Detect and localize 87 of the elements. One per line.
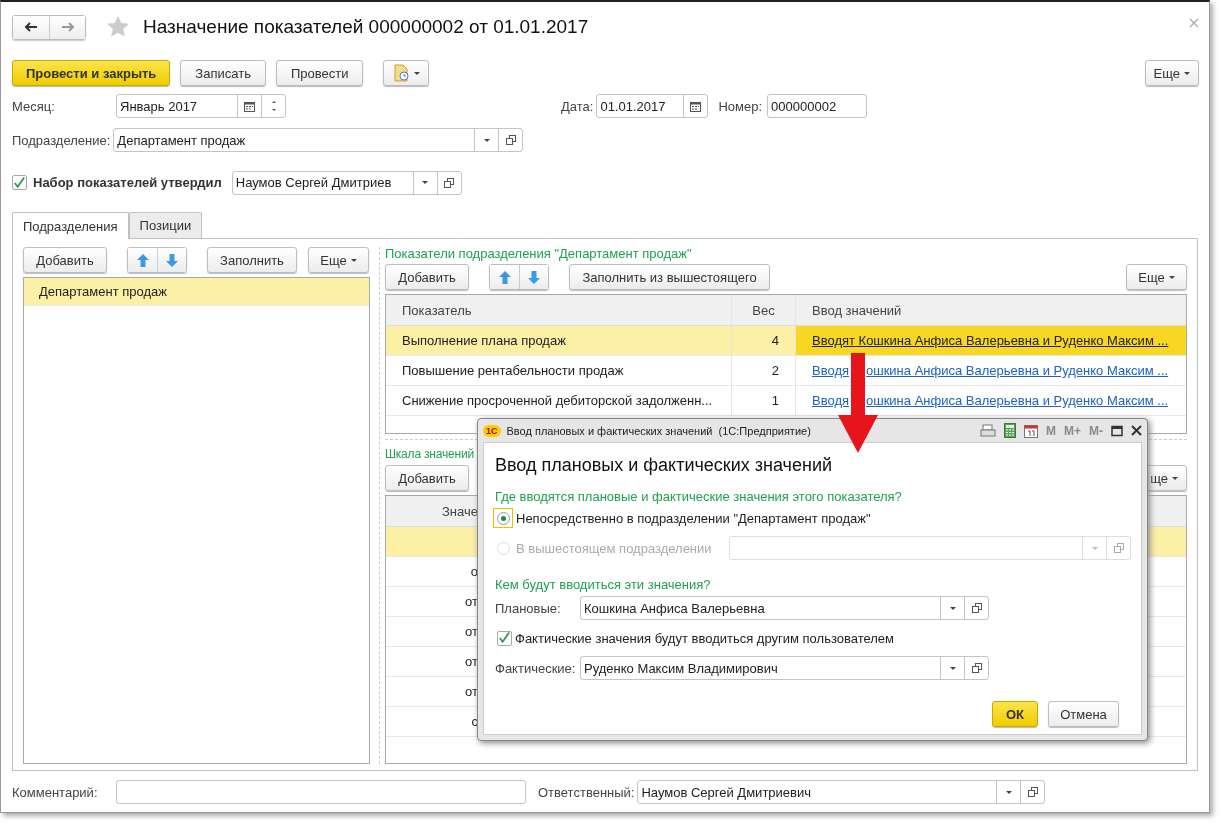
approver-field[interactable]: Наумов Сергей Дмитриев <box>231 170 462 195</box>
star-icon[interactable] <box>106 15 130 39</box>
field-label: Плановые: <box>495 600 562 616</box>
column-header: Ввод значений <box>811 301 903 320</box>
back-button[interactable] <box>13 15 49 39</box>
arrow-left-icon <box>24 22 38 32</box>
month-field[interactable]: Январь 2017 <box>116 94 286 118</box>
table-cell: 1 <box>732 386 796 415</box>
move-down-button[interactable] <box>519 265 548 289</box>
field-label: Месяц: <box>12 98 56 114</box>
column-header: Значе <box>441 502 479 521</box>
entry-link[interactable]: ошкина Анфиса Валерьевна и Руденко Максим ... <box>866 393 1169 408</box>
list-item[interactable]: Департамент продаж <box>24 278 369 306</box>
field-label: Комментарий: <box>12 784 99 800</box>
cancel-button[interactable]: Отмена <box>1048 701 1119 727</box>
move-up-button[interactable] <box>128 248 157 272</box>
table-cell-text: от <box>464 593 479 611</box>
add-button[interactable]: Добавить <box>385 465 469 491</box>
fill-button[interactable]: Заполнить <box>207 247 297 273</box>
department-field[interactable]: Департамент продаж <box>113 128 524 152</box>
report-menu-button[interactable] <box>383 60 430 86</box>
table-cell-text: от <box>464 653 479 671</box>
document-clock-icon <box>392 64 411 82</box>
date-field[interactable]: 01.01.2017 <box>596 94 709 118</box>
arrow-up-icon <box>498 270 511 284</box>
checkbox-label: Фактические значения будут вводиться другим пользователем <box>515 630 895 646</box>
print-icon[interactable] <box>980 423 996 438</box>
entry-link[interactable]: Вводя <box>812 363 849 378</box>
radio-label: В вышестоящем подразделении <box>516 540 712 556</box>
dialog-heading: Ввод плановых и фактических значений <box>495 455 834 477</box>
table-cell-text: с <box>470 713 479 731</box>
move-up-button[interactable] <box>490 265 519 289</box>
calculator-icon[interactable] <box>1004 423 1016 438</box>
add-button[interactable]: Добавить <box>23 247 107 273</box>
table-cell: Выполнение плана продаж <box>386 326 732 355</box>
tab[interactable]: Подразделения <box>12 212 129 239</box>
add-button[interactable]: Добавить <box>385 264 469 290</box>
responsible-field[interactable]: Наумов Сергей Дмитриевич <box>637 780 1046 804</box>
dialog-title: Ввод плановых и фактических значений (1С:Предприятие) <box>506 424 811 437</box>
window-title: Назначение показателей 000000002 от 01.01.2017 <box>143 16 589 38</box>
table-cell-text: от <box>464 623 479 641</box>
column-header: Вес <box>732 295 796 325</box>
calendar-icon[interactable] <box>1024 423 1038 438</box>
table-cell-text: от <box>464 683 479 701</box>
table-cell: Повышение рентабельности продаж <box>386 356 732 385</box>
section-title: Показатели подразделения "Департамент продаж" <box>385 246 692 263</box>
fill-from-parent-button[interactable]: Заполнить из вышестоящего <box>569 264 770 290</box>
tab[interactable]: Позиции <box>128 212 203 238</box>
field-label: Фактические: <box>495 660 577 676</box>
more-button[interactable]: Еще <box>1126 264 1187 290</box>
radio-button[interactable] <box>493 508 513 528</box>
question-text: Где вводятся плановые и фактические значения этого показателя? <box>495 489 903 504</box>
actual-user-field[interactable]: Руденко Максим Владимирович <box>580 656 989 680</box>
app-logo: 1С <box>483 424 501 437</box>
toolbar-button[interactable]: Записать <box>180 60 266 86</box>
arrow-down-icon <box>528 270 540 284</box>
checkbox-label: Набор показателей утвердил <box>33 175 222 190</box>
column-header: Показатель <box>386 295 732 325</box>
ok-button[interactable]: ОК <box>992 701 1038 727</box>
table-cell-text: о <box>469 563 479 581</box>
arrow-down-icon <box>166 253 178 267</box>
arrow-right-icon <box>60 22 75 32</box>
field-label: Ответственный: <box>538 784 635 800</box>
checkbox[interactable] <box>497 630 512 646</box>
toolbar-button[interactable]: Провести <box>275 60 364 86</box>
more-button[interactable]: Еще <box>308 247 369 273</box>
checkbox[interactable] <box>12 175 27 190</box>
question-text: Кем будут вводиться эти значения? <box>495 577 712 592</box>
planned-user-field[interactable]: Кошкина Анфиса Валерьевна <box>580 596 989 620</box>
post-and-close-button[interactable]: Провести и закрыть <box>12 60 171 86</box>
field-label: Номер: <box>718 98 763 114</box>
comment-field[interactable] <box>116 780 526 804</box>
move-down-button[interactable] <box>157 248 186 272</box>
entry-link[interactable]: Вводя <box>812 393 849 408</box>
number-field[interactable]: 000000002 <box>767 94 868 118</box>
more-button[interactable]: Еще <box>1144 60 1199 86</box>
radio-label: Непосредственно в подразделении "Департамент продаж" <box>516 510 871 526</box>
close-icon[interactable] <box>1131 425 1142 436</box>
table-cell: 2 <box>732 356 796 385</box>
field-label: Подразделение: <box>12 132 111 148</box>
arrow-up-icon <box>136 253 149 267</box>
field-label: Дата: <box>561 98 594 114</box>
section-title: Шкала значений <box>385 447 474 463</box>
table-row[interactable]: Выполнение плана продаж 4 Вводят Кошкина Анфиса Валерьевна и Руденко Максим ... <box>386 326 1186 356</box>
entry-link[interactable]: ошкина Анфиса Валерьевна и Руденко Максим ... <box>866 363 1169 378</box>
maximize-icon[interactable] <box>1111 424 1123 437</box>
table-cell: Снижение просроченной дебиторской задолженн... <box>386 386 732 415</box>
